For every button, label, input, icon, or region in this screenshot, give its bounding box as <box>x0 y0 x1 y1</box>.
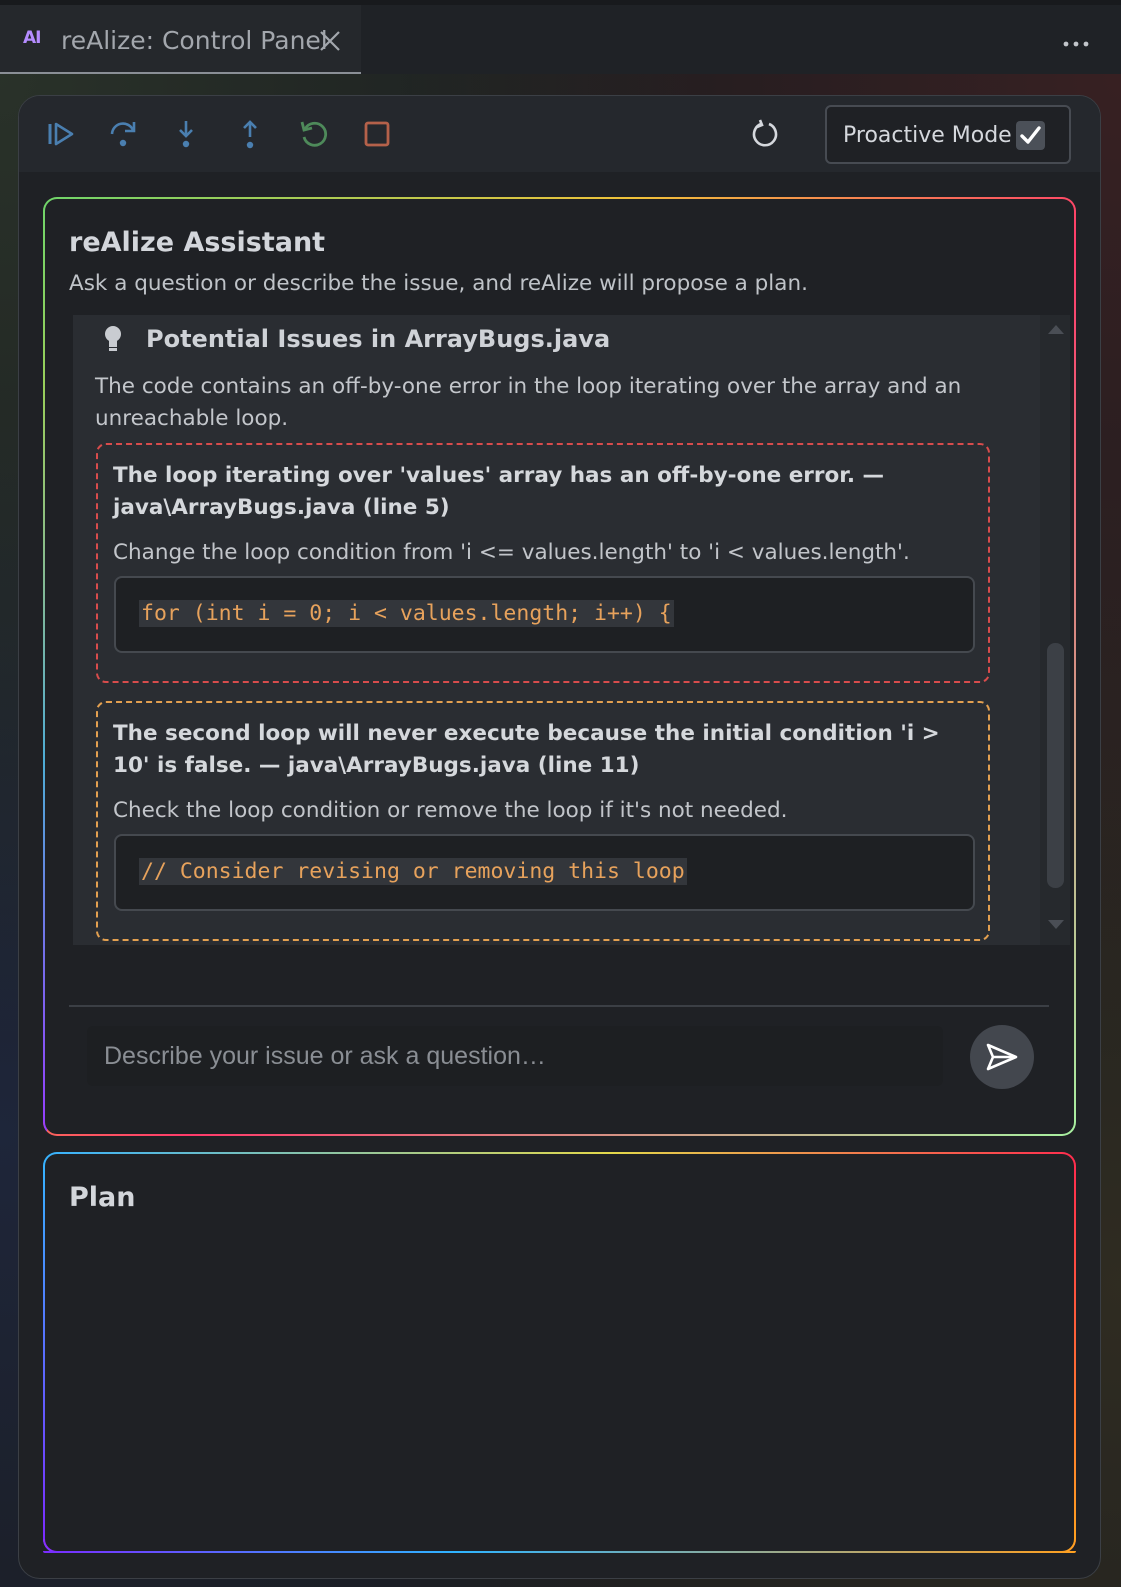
question-input[interactable] <box>87 1026 943 1086</box>
assistant-card: reAlize Assistant Ask a question or desc… <box>43 197 1076 1136</box>
scroll-up-arrow-icon[interactable] <box>1047 323 1065 335</box>
message-list[interactable]: Potential Issues in ArrayBugs.java The c… <box>73 315 1040 945</box>
message-text: The code contains an off-by-one error in… <box>95 374 962 431</box>
code-text: // Consider revising or removing this lo… <box>139 858 687 885</box>
close-icon[interactable] <box>319 30 341 52</box>
tab-bar: AI reAlize: Control Panel <box>0 0 1121 74</box>
stop-icon[interactable] <box>361 118 393 150</box>
refresh-icon[interactable] <box>749 118 781 150</box>
plan-card: Plan <box>43 1152 1076 1553</box>
plan-border-bottom <box>43 1551 1076 1553</box>
step-over-icon[interactable] <box>107 118 139 150</box>
scroll-down-arrow-icon[interactable] <box>1047 919 1065 931</box>
assistant-title: reAlize Assistant <box>69 227 326 258</box>
message-scrollbar[interactable] <box>1040 315 1070 945</box>
proactive-mode-label: Proactive Mode <box>843 123 1012 148</box>
checkmark-icon <box>1020 126 1041 144</box>
plan-border-left <box>43 1166 45 1539</box>
debug-toolbar: Proactive Mode <box>19 96 1100 172</box>
send-icon <box>986 1043 1018 1071</box>
code-text: for (int i = 0; i < values.length; i++) … <box>139 600 674 627</box>
message-title: Potential Issues in ArrayBugs.java <box>146 325 611 353</box>
code-snippet[interactable]: // Consider revising or removing this lo… <box>114 834 975 911</box>
restart-icon[interactable] <box>298 118 330 150</box>
proactive-mode-toggle[interactable]: Proactive Mode <box>825 105 1071 164</box>
message-header: Potential Issues in ArrayBugs.java <box>102 325 610 353</box>
scroll-thumb[interactable] <box>1047 643 1064 888</box>
issue-title: The second loop will never execute becau… <box>113 721 940 778</box>
assistant-subtitle: Ask a question or describe the issue, an… <box>69 271 808 296</box>
issue-description: Change the loop condition from 'i <= val… <box>113 540 910 565</box>
issue-card: The second loop will never execute becau… <box>96 701 990 941</box>
lightbulb-icon <box>105 326 121 351</box>
more-options-icon[interactable] <box>1061 31 1091 57</box>
tab-control-panel[interactable]: AI reAlize: Control Panel <box>0 5 361 74</box>
issue-title: The loop iterating over 'values' array h… <box>113 463 884 520</box>
plan-title: Plan <box>69 1182 136 1213</box>
tab-title: reAlize: Control Panel <box>61 26 328 55</box>
divider <box>69 1005 1049 1007</box>
continue-icon[interactable] <box>45 118 77 150</box>
plan-border-right <box>1074 1166 1076 1539</box>
issue-description: Check the loop condition or remove the l… <box>113 798 788 823</box>
code-snippet[interactable]: for (int i = 0; i < values.length; i++) … <box>114 576 975 653</box>
ai-badge-icon: AI <box>23 28 42 48</box>
step-into-icon[interactable] <box>170 118 202 150</box>
proactive-mode-checkbox[interactable] <box>1016 121 1045 150</box>
send-button[interactable] <box>970 1025 1034 1089</box>
issue-card: The loop iterating over 'values' array h… <box>96 443 990 683</box>
step-out-icon[interactable] <box>234 118 266 150</box>
